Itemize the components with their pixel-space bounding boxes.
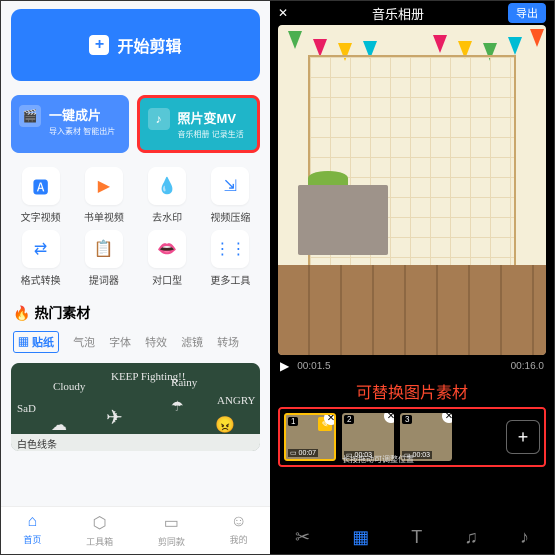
editor-bottom-bar: ✂ ▦ T ♫ ♪ xyxy=(270,519,554,554)
nav-label: 剪同款 xyxy=(158,535,185,548)
fire-icon: 🔥 xyxy=(13,305,30,322)
tool-item[interactable]: 🅰 文字视频 xyxy=(11,167,70,224)
material-tab[interactable]: 字体 xyxy=(109,334,131,350)
clip-number: 2 xyxy=(344,415,354,424)
plus-icon: + xyxy=(89,35,109,55)
nav-item[interactable]: ☺ 我的 xyxy=(230,513,248,548)
clip-duration: ▭ 00:07 xyxy=(288,449,318,457)
doodle-umbrella-icon: ☂ xyxy=(171,399,184,416)
start-edit-label: 开始剪辑 xyxy=(117,33,181,57)
editor-tool-button[interactable]: T xyxy=(411,527,422,548)
editor-title: 音乐相册 xyxy=(288,4,508,23)
tool-icon: ⇲ xyxy=(211,167,249,205)
nav-label: 首页 xyxy=(23,533,41,546)
doodle-text: ANGRY xyxy=(217,395,256,407)
remove-clip-icon[interactable]: ✕ xyxy=(384,413,394,423)
tool-item[interactable]: ⋮⋮ 更多工具 xyxy=(201,230,260,287)
hot-materials-header: 🔥 热门素材 xyxy=(13,303,258,323)
tool-item[interactable]: ⇲ 视频压缩 xyxy=(201,167,260,224)
clip-number: 1 xyxy=(288,417,298,426)
tool-item[interactable]: 💧 去水印 xyxy=(138,167,197,224)
editor-tool-button[interactable]: ✂ xyxy=(295,527,310,548)
timeline: ▶ 00:01.5 00:16.0 xyxy=(270,355,554,377)
tool-icon: ▶ xyxy=(85,167,123,205)
tool-icon: 🅰 xyxy=(22,167,60,205)
tool-icon: 📋 xyxy=(85,230,123,268)
card1-title: 一键成片 xyxy=(49,105,115,124)
tool-item[interactable]: 👄 对口型 xyxy=(138,230,197,287)
tool-label: 对口型 xyxy=(152,272,182,287)
tool-item[interactable]: 📋 提词器 xyxy=(74,230,133,287)
card2-title: 照片变MV xyxy=(178,108,244,127)
right-editor-panel: ✕ 音乐相册 导出 ▶ 00:01.5 00:16.0 xyxy=(270,1,554,554)
remove-clip-icon[interactable]: ✕ xyxy=(324,413,336,425)
editor-tool-button[interactable]: ♫ xyxy=(464,527,478,548)
tool-icon: 👄 xyxy=(148,230,186,268)
tool-label: 书单视频 xyxy=(84,209,124,224)
material-tabs: ▦ 贴纸气泡字体特效滤镜转场 xyxy=(13,331,258,353)
play-icon[interactable]: ▶ xyxy=(280,359,289,373)
clip-thumb[interactable]: 1✎▭ 00:07✕ xyxy=(284,413,336,461)
tool-label: 格式转换 xyxy=(21,272,61,287)
clip-number: 3 xyxy=(402,415,412,424)
card-photo-mv[interactable]: ♪ 照片变MV 音乐相册 记录生活 xyxy=(137,95,261,153)
tool-icon: ⇄ xyxy=(22,230,60,268)
tool-label: 视频压缩 xyxy=(210,209,250,224)
doodle-text: Cloudy xyxy=(53,381,85,393)
tool-icon: 💧 xyxy=(148,167,186,205)
tool-label: 更多工具 xyxy=(210,272,250,287)
close-icon[interactable]: ✕ xyxy=(278,6,288,20)
nav-label: 我的 xyxy=(230,533,248,546)
tool-label: 去水印 xyxy=(152,209,182,224)
doodle-face-icon: 😠 xyxy=(215,415,235,435)
material-tab[interactable]: 转场 xyxy=(217,334,239,350)
hot-title: 热门素材 xyxy=(34,303,90,323)
tool-icon: ⋮⋮ xyxy=(211,230,249,268)
card2-sub: 音乐相册 记录生活 xyxy=(178,129,244,140)
left-app-panel: + 开始剪辑 🎬 一键成片 导入素材 智能出片 ♪ 照片变MV 音乐相册 记录生… xyxy=(1,1,270,554)
editor-tool-button[interactable]: ♪ xyxy=(520,527,529,548)
material-tab[interactable]: 滤镜 xyxy=(181,334,203,350)
doodle-text: SaD xyxy=(17,403,36,415)
time-current: 00:01.5 xyxy=(297,361,330,372)
nav-icon: ⬡ xyxy=(93,513,107,533)
nav-label: 工具箱 xyxy=(86,535,113,548)
tool-label: 提词器 xyxy=(89,272,119,287)
bottom-nav: ⌂ 首页 ⬡ 工具箱 ▭ 剪同款 ☺ 我的 xyxy=(1,506,270,554)
doodle-text: Rainy xyxy=(171,377,197,389)
replace-hint: 可替换图片素材 xyxy=(270,377,554,405)
material-tab[interactable]: ▦ 贴纸 xyxy=(13,331,59,353)
nav-icon: ☺ xyxy=(230,513,246,531)
tool-label: 文字视频 xyxy=(21,209,61,224)
material-tab[interactable]: 气泡 xyxy=(73,334,95,350)
nav-item[interactable]: ⬡ 工具箱 xyxy=(86,513,113,548)
doodle-cloud-icon: ☁ xyxy=(51,415,67,435)
nav-item[interactable]: ▭ 剪同款 xyxy=(158,513,185,548)
music-note-icon: ♪ xyxy=(148,108,170,130)
remove-clip-icon[interactable]: ✕ xyxy=(442,413,452,423)
video-preview[interactable] xyxy=(278,25,546,355)
tool-item[interactable]: ▶ 书单视频 xyxy=(74,167,133,224)
doodle-plane-icon: ✈ xyxy=(106,405,123,430)
export-button[interactable]: 导出 xyxy=(508,3,546,23)
start-edit-button[interactable]: + 开始剪辑 xyxy=(11,9,260,81)
nav-item[interactable]: ⌂ 首页 xyxy=(23,513,41,548)
nav-icon: ⌂ xyxy=(28,513,38,531)
card-one-click[interactable]: 🎬 一键成片 导入素材 智能出片 xyxy=(11,95,129,153)
editor-tool-button[interactable]: ▦ xyxy=(352,527,369,548)
film-icon: 🎬 xyxy=(19,105,41,127)
material-tab[interactable]: 特效 xyxy=(145,334,167,350)
nav-icon: ▭ xyxy=(164,513,179,533)
sticker-caption: 白色线条 xyxy=(11,434,260,451)
tool-item[interactable]: ⇄ 格式转换 xyxy=(11,230,70,287)
tool-grid: 🅰 文字视频 ▶ 书单视频 💧 去水印 ⇲ 视频压缩 ⇄ 格式转换 📋 提词器 👄 对口型 ⋮⋮ 更多工具 xyxy=(11,167,260,287)
time-total: 00:16.0 xyxy=(511,361,544,372)
card1-sub: 导入素材 智能出片 xyxy=(49,126,115,137)
add-clip-button[interactable]: + xyxy=(506,420,540,454)
sticker-preview[interactable]: SaD Cloudy KEEP Fighting!! Rainy ANGRY ☁… xyxy=(11,363,260,451)
clips-drag-hint: 长按拖动可调整位置 xyxy=(342,454,414,465)
